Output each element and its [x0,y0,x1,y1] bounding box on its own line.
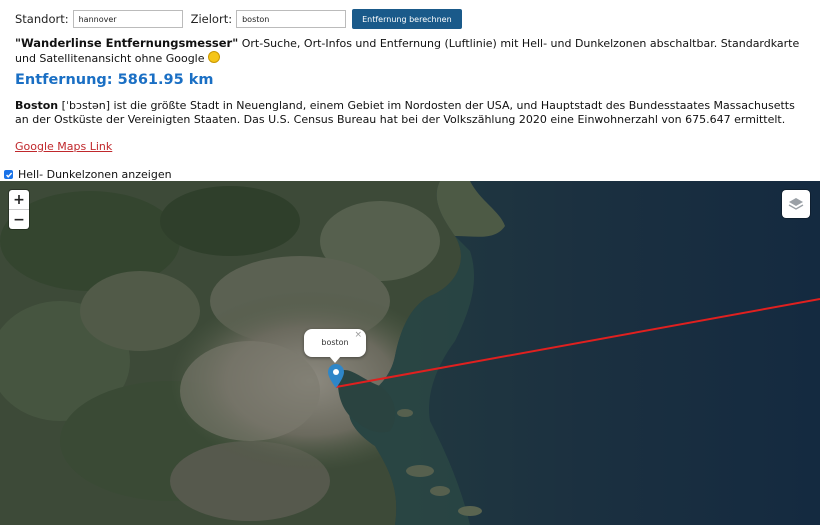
zoom-control: + − [9,190,29,229]
app-title: "Wanderlinse Entfernungsmesser" [15,36,239,50]
satellite-imagery [0,181,820,525]
daylight-toggle-label: Hell- Dunkelzonen anzeigen [18,168,172,181]
satellite-map[interactable]: + − boston × [0,181,820,525]
city-description: Boston [ˈbɔstən] ist die größte Stadt in… [15,99,810,127]
standort-label: Standort: [15,12,69,26]
intro-text: "Wanderlinse Entfernungsmesser" Ort-Such… [15,36,810,66]
map-popup: boston × [304,329,366,363]
location-marker-icon[interactable] [328,364,344,388]
distance-result: Entfernung: 5861.95 km [15,72,214,88]
search-form: Standort: Zielort: Entfernung berechnen [15,9,462,29]
checkmark-icon [5,172,12,178]
daylight-toggle[interactable]: Hell- Dunkelzonen anzeigen [4,168,172,181]
popup-tip [329,356,341,363]
popup-close-icon[interactable]: × [354,330,362,340]
city-description-text: [ˈbɔstən] ist die größte Stadt in Neueng… [15,99,795,126]
zielort-label: Zielort: [190,12,233,26]
standort-input[interactable] [72,10,183,28]
daylight-checkbox[interactable] [4,170,13,179]
zoom-in-button[interactable]: + [9,190,29,209]
google-maps-link[interactable]: Google Maps Link [15,140,112,153]
layers-icon [788,198,804,210]
calculate-distance-button[interactable]: Entfernung berechnen [352,9,462,29]
smiley-icon [208,51,220,63]
zielort-input[interactable] [236,10,347,28]
city-name: Boston [15,99,59,112]
zoom-out-button[interactable]: − [9,209,29,229]
layers-button[interactable] [782,190,810,218]
